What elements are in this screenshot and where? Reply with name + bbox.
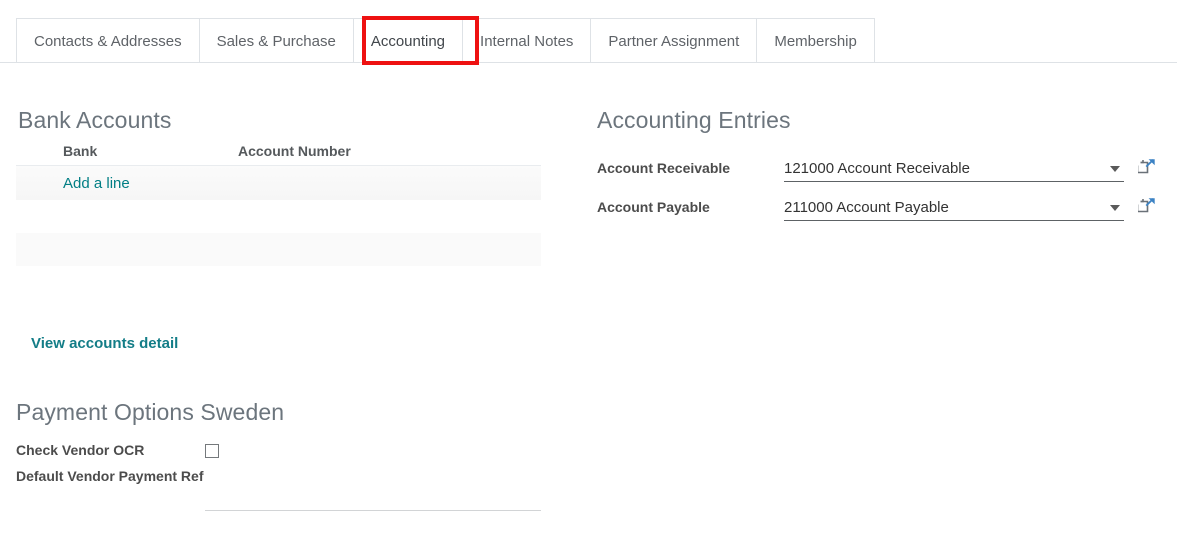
bank-accounts-footer-strip [16,233,541,266]
tab-label: Internal Notes [480,34,573,49]
accounting-entries-title: Accounting Entries [597,106,791,135]
field-account-payable: Account Payable 211000 Account Payable [597,196,1156,221]
accounting-entries-fields: Account Receivable 121000 Account Receiv… [597,157,1156,235]
view-accounts-detail-link[interactable]: View accounts detail [31,335,178,352]
field-account-receivable: Account Receivable 121000 Account Receiv… [597,157,1156,182]
payment-options-section: Payment Options Sweden Check Vendor OCR … [16,398,556,518]
tab-sales-purchase[interactable]: Sales & Purchase [199,18,353,63]
tab-label: Sales & Purchase [217,34,336,49]
add-a-line-row[interactable]: Add a line [16,166,541,200]
tab-label: Contacts & Addresses [34,34,182,49]
bank-accounts-table: Bank Account Number Add a line [16,143,541,266]
bank-accounts-title: Bank Accounts [18,106,171,135]
field-check-vendor-ocr: Check Vendor OCR [16,441,556,460]
selected-value: 211000 Account Payable [784,198,1110,218]
tab-membership[interactable]: Membership [756,18,875,63]
tab-list: Contacts & Addresses Sales & Purchase Ac… [16,18,875,63]
tab-contacts-addresses[interactable]: Contacts & Addresses [16,18,199,63]
field-default-vendor-payment-ref: Default Vendor Payment Ref [16,467,556,511]
field-label: Account Payable [597,196,784,218]
field-label: Check Vendor OCR [16,441,205,460]
field-label: Default Vendor Payment Ref [16,467,205,486]
tab-label: Membership [774,34,857,49]
chevron-down-icon[interactable] [1110,166,1120,172]
tab-internal-notes[interactable]: Internal Notes [462,18,590,63]
accounting-tab-panel: Bank Accounts Bank Account Number Add a … [0,63,1177,533]
chevron-down-icon[interactable] [1110,205,1120,211]
external-link-icon[interactable] [1138,196,1156,214]
default-vendor-payment-ref-input[interactable] [205,489,541,511]
external-link-icon[interactable] [1138,157,1156,175]
tab-partner-assignment[interactable]: Partner Assignment [590,18,756,63]
bank-accounts-header-row: Bank Account Number [16,143,541,166]
payment-options-title: Payment Options Sweden [16,398,556,427]
selected-value: 121000 Account Receivable [784,159,1110,179]
field-label: Account Receivable [597,157,784,179]
payment-options-fields: Check Vendor OCR Default Vendor Payment … [16,441,556,511]
column-header-account-number: Account Number [238,143,351,159]
account-receivable-select[interactable]: 121000 Account Receivable [784,157,1124,182]
tab-label: Partner Assignment [608,34,739,49]
check-vendor-ocr-checkbox[interactable] [205,444,219,458]
tab-accounting[interactable]: Accounting [353,18,462,63]
column-header-bank: Bank [16,143,238,159]
tab-bar: Contacts & Addresses Sales & Purchase Ac… [0,0,1177,63]
tab-label: Accounting [371,34,445,49]
add-a-line-link[interactable]: Add a line [63,175,130,192]
account-payable-select[interactable]: 211000 Account Payable [784,196,1124,221]
